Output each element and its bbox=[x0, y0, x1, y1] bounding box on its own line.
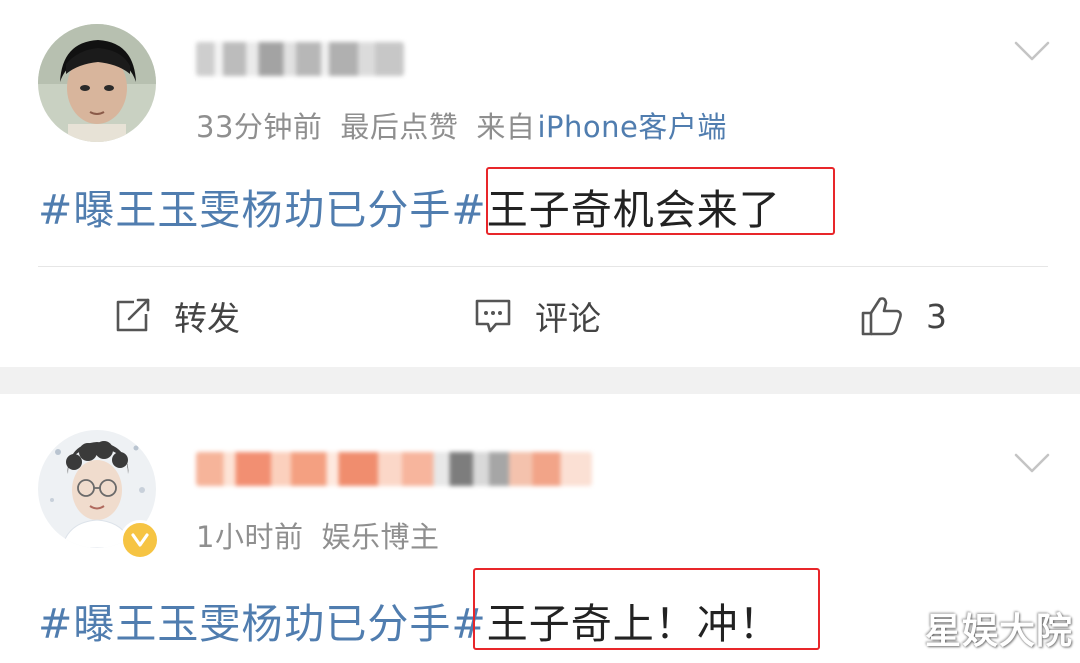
post-time: 1小时前 bbox=[196, 520, 304, 554]
post-time: 33分钟前 bbox=[196, 110, 323, 144]
thumbs-up-icon bbox=[861, 297, 902, 336]
comment-button[interactable]: 评论 bbox=[473, 293, 601, 339]
like-count: 3 bbox=[926, 296, 947, 336]
interaction-label: 最后点赞 bbox=[340, 110, 459, 144]
like-button[interactable]: 3 bbox=[860, 293, 947, 339]
avatar[interactable] bbox=[38, 24, 156, 142]
avatar-photo bbox=[38, 24, 156, 142]
feed-separator bbox=[0, 367, 1080, 394]
account-badge-label: 娱乐博主 bbox=[321, 520, 440, 554]
edit-share-icon bbox=[116, 298, 150, 332]
source-label: 来自 bbox=[476, 110, 536, 144]
chevron-down-icon[interactable] bbox=[1014, 452, 1050, 474]
repost-label: 转发 bbox=[174, 299, 240, 338]
post-meta: 1小时前 娱乐博主 bbox=[196, 514, 457, 556]
repost-button[interactable]: 转发 bbox=[114, 293, 240, 339]
comment-bubble-icon bbox=[475, 299, 511, 333]
watermark: 星娱大院 bbox=[925, 611, 1074, 652]
username-blurred[interactable] bbox=[196, 452, 592, 486]
highlight-box bbox=[473, 568, 820, 650]
source-app-link[interactable]: iPhone客户端 bbox=[537, 110, 726, 144]
chevron-down-icon[interactable] bbox=[1014, 40, 1050, 62]
post-meta: 33分钟前 最后点赞 来自iPhone客户端 bbox=[196, 104, 727, 146]
highlight-box bbox=[486, 167, 835, 235]
divider bbox=[38, 266, 1048, 267]
hashtag-link[interactable]: #曝王玉雯杨玏已分手# bbox=[38, 600, 487, 648]
hashtag-link[interactable]: #曝王玉雯杨玏已分手# bbox=[38, 186, 487, 234]
verified-badge-icon bbox=[120, 520, 160, 560]
post-card: 1小时前 娱乐博主 #曝王玉雯杨玏已分手#王子奇上！冲！ 星娱大院 bbox=[0, 394, 1080, 663]
comment-label: 评论 bbox=[535, 299, 601, 338]
username-blurred[interactable] bbox=[196, 42, 404, 76]
post-card: 33分钟前 最后点赞 来自iPhone客户端 #曝王玉雯杨玏已分手#王子奇机会来了 … bbox=[0, 0, 1080, 367]
